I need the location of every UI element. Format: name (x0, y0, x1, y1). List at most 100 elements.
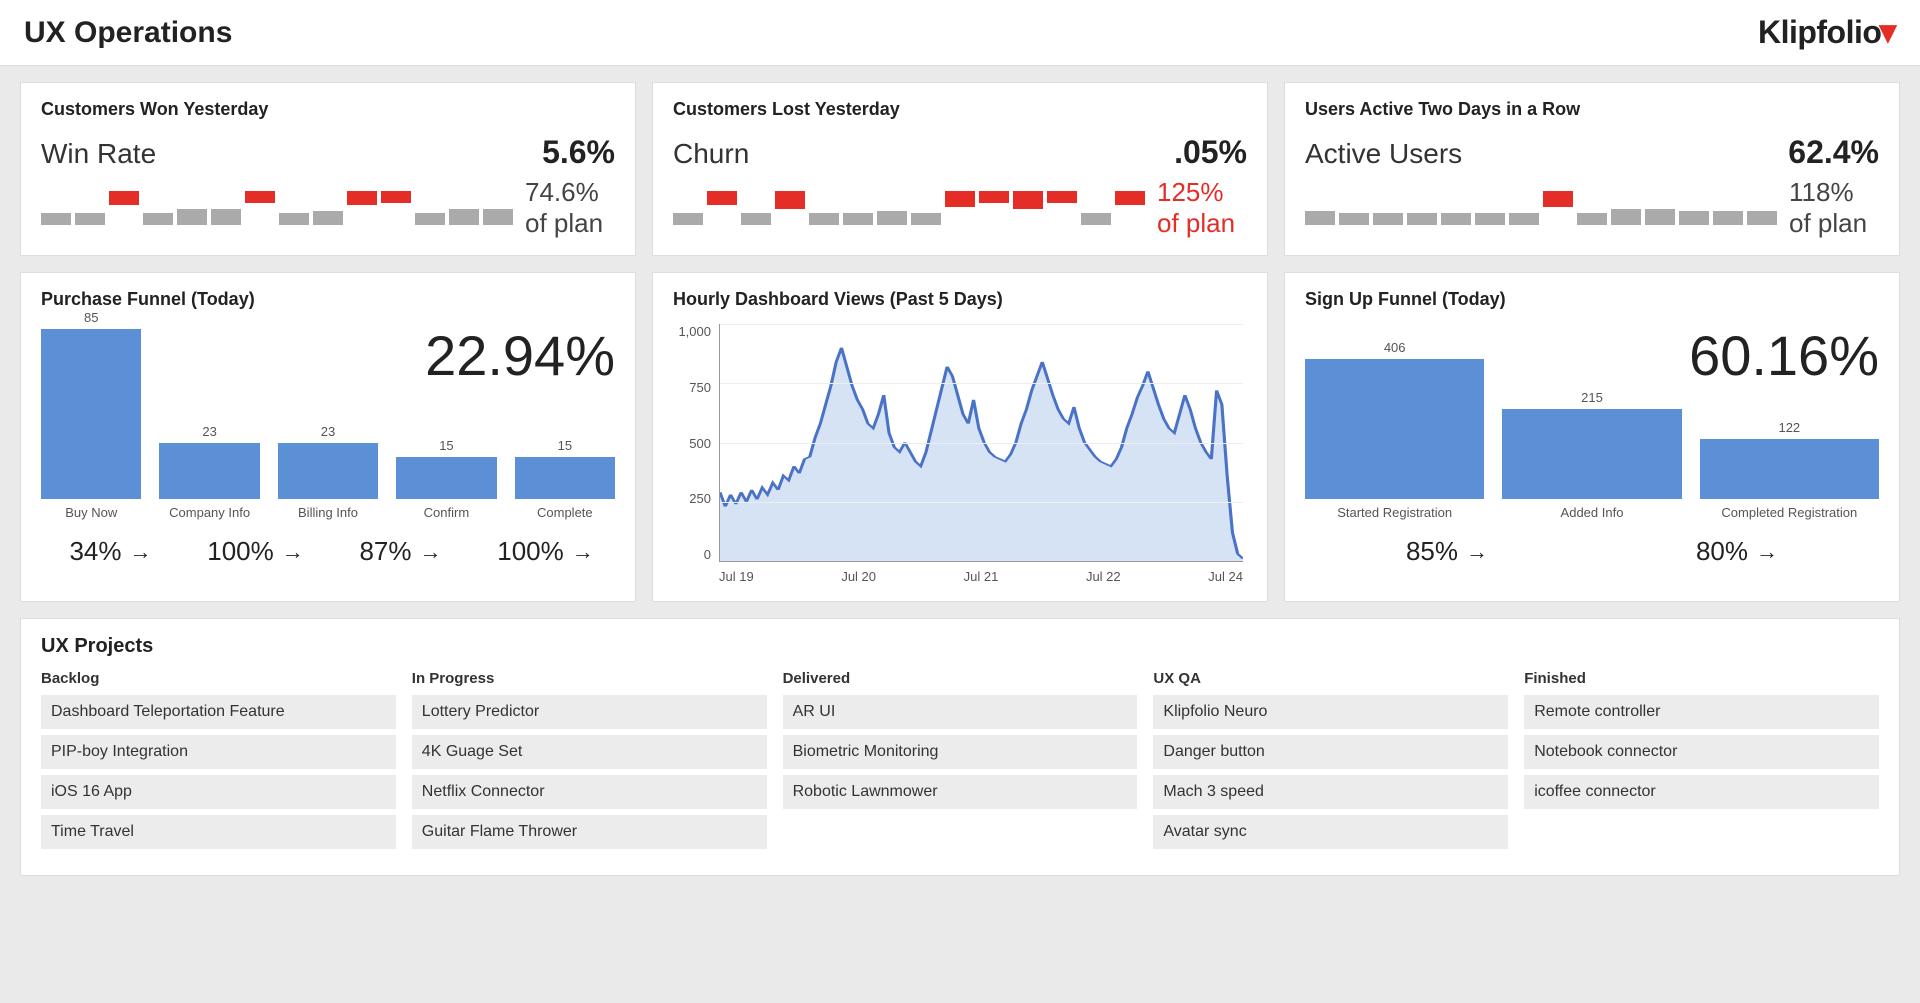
funnel-step-pct: 100% (207, 536, 274, 567)
funnel-bar-value: 406 (1305, 340, 1484, 355)
funnel-bar-label: Added Info (1502, 505, 1681, 520)
funnel-bar-label: Company Info (159, 505, 259, 520)
funnel-overall-pct: 60.16% (1689, 323, 1879, 388)
axis-label: Jul 24 (1208, 569, 1243, 584)
project-card[interactable]: Danger button (1153, 735, 1508, 769)
project-card[interactable]: icoffee connector (1524, 775, 1879, 809)
signup-funnel-steps: 85% → 80% → (1305, 536, 1879, 567)
funnel-bar (159, 443, 259, 499)
project-column: In Progress Lottery Predictor 4K Guage Set… (412, 670, 767, 855)
project-card[interactable]: Klipfolio Neuro (1153, 695, 1508, 729)
funnel-column: 85Buy Now (41, 310, 141, 520)
project-card[interactable]: Lottery Predictor (412, 695, 767, 729)
axis-label: 750 (673, 380, 711, 395)
plan-text: 74.6% of plan (525, 177, 615, 239)
project-card[interactable]: AR UI (783, 695, 1138, 729)
funnel-column: 23Company Info (159, 424, 259, 520)
funnel-step-pct: 87% (359, 536, 411, 567)
project-card[interactable]: Mach 3 speed (1153, 775, 1508, 809)
project-column: Delivered AR UI Biometric Monitoring Roboti… (783, 670, 1138, 855)
project-card[interactable]: iOS 16 App (41, 775, 396, 809)
funnel-bar-label: Started Registration (1305, 505, 1484, 520)
funnel-bar (278, 443, 378, 499)
hourly-views-card[interactable]: Hourly Dashboard Views (Past 5 Days) 1,0… (652, 272, 1268, 602)
sparkline-churn (673, 191, 1145, 225)
axis-label: 1,000 (673, 324, 711, 339)
project-card[interactable]: Biometric Monitoring (783, 735, 1138, 769)
card-title: Users Active Two Days in a Row (1305, 99, 1879, 120)
funnel-step-pct: 80% (1696, 536, 1748, 567)
arrow-right-icon: → (282, 539, 304, 565)
funnel-step: 85% → (1305, 536, 1589, 567)
metric-value: 62.4% (1788, 134, 1879, 171)
funnel-bar (1700, 439, 1879, 499)
project-card[interactable]: PIP-boy Integration (41, 735, 396, 769)
funnel-bar-label: Confirm (396, 505, 496, 520)
metric-label: Win Rate (41, 138, 156, 170)
funnel-overall-pct: 22.94% (425, 323, 615, 388)
funnel-bar-value: 215 (1502, 390, 1681, 405)
funnel-step: 87% → (331, 536, 470, 567)
plan-text: 118% of plan (1789, 177, 1879, 239)
funnel-bar-value: 23 (278, 424, 378, 439)
project-card[interactable]: Robotic Lawnmower (783, 775, 1138, 809)
purchase-funnel-card[interactable]: Purchase Funnel (Today) 22.94% 85Buy Now… (20, 272, 636, 602)
axis-label: 500 (673, 436, 711, 451)
card-title: Sign Up Funnel (Today) (1305, 289, 1879, 310)
sparkline-active (1305, 191, 1777, 225)
arrow-right-icon: → (420, 539, 442, 565)
project-column-heading: Finished (1524, 670, 1879, 687)
project-column-heading: Backlog (41, 670, 396, 687)
brand-accent-icon: ▾ (1879, 22, 1896, 42)
project-column: Finished Remote controller Notebook connec… (1524, 670, 1879, 855)
arrow-right-icon: → (572, 539, 594, 565)
funnel-step: 34% → (41, 536, 180, 567)
project-card[interactable]: Avatar sync (1153, 815, 1508, 849)
project-column: UX QA Klipfolio Neuro Danger button Mach 3 … (1153, 670, 1508, 855)
funnel-bar-value: 15 (515, 438, 615, 453)
project-card[interactable]: Remote controller (1524, 695, 1879, 729)
metrics-grid: Customers Won Yesterday Win Rate 5.6% 74… (0, 66, 1920, 602)
project-column-heading: Delivered (783, 670, 1138, 687)
project-column-heading: UX QA (1153, 670, 1508, 687)
funnel-bar (41, 329, 141, 499)
funnel-bar-value: 85 (41, 310, 141, 325)
funnel-column: 122Completed Registration (1700, 420, 1879, 520)
hourly-line-chart: 1,0007505002500 Jul 19Jul 20Jul 21Jul 22… (673, 324, 1247, 584)
funnel-bar (1502, 409, 1681, 499)
funnel-step-pct: 85% (1406, 536, 1458, 567)
metric-card-active-users[interactable]: Users Active Two Days in a Row Active Us… (1284, 82, 1900, 256)
project-card[interactable]: Guitar Flame Thrower (412, 815, 767, 849)
funnel-bar-label: Complete (515, 505, 615, 520)
funnel-column: 215 Added Info (1502, 390, 1681, 520)
project-card[interactable]: 4K Guage Set (412, 735, 767, 769)
card-title: Purchase Funnel (Today) (41, 289, 615, 310)
chart-y-axis: 1,0007505002500 (673, 324, 715, 562)
arrow-right-icon: → (130, 539, 152, 565)
plan-text: 125% of plan (1157, 177, 1247, 239)
project-card[interactable]: Notebook connector (1524, 735, 1879, 769)
project-card[interactable]: Netflix Connector (412, 775, 767, 809)
funnel-bar-label: Billing Info (278, 505, 378, 520)
purchase-funnel-steps: 34% →100% →87% →100% → (41, 536, 615, 567)
axis-label: Jul 19 (719, 569, 754, 584)
metric-card-win-rate[interactable]: Customers Won Yesterday Win Rate 5.6% 74… (20, 82, 636, 256)
project-card[interactable]: Time Travel (41, 815, 396, 849)
metric-value: 5.6% (542, 134, 615, 171)
funnel-step-pct: 34% (69, 536, 121, 567)
metric-card-churn[interactable]: Customers Lost Yesterday Churn .05% 125%… (652, 82, 1268, 256)
funnel-column: 15Confirm (396, 438, 496, 520)
page-header: UX Operations Klipfolio▾ (0, 0, 1920, 66)
funnel-column: 15 Complete (515, 438, 615, 520)
funnel-bar-label: Completed Registration (1700, 505, 1879, 520)
project-card[interactable]: Dashboard Teleportation Feature (41, 695, 396, 729)
project-column-heading: In Progress (412, 670, 767, 687)
funnel-bar (1305, 359, 1484, 499)
arrow-right-icon: → (1756, 539, 1778, 565)
ux-projects-board: UX Projects Backlog Dashboard Teleportati… (20, 618, 1900, 876)
signup-funnel-card[interactable]: Sign Up Funnel (Today) 60.16% 406 Started… (1284, 272, 1900, 602)
projects-title: UX Projects (41, 635, 1879, 658)
brand-text: Klipfolio (1758, 14, 1881, 51)
funnel-column: 406 Started Registration (1305, 340, 1484, 520)
metric-label: Churn (673, 138, 749, 170)
